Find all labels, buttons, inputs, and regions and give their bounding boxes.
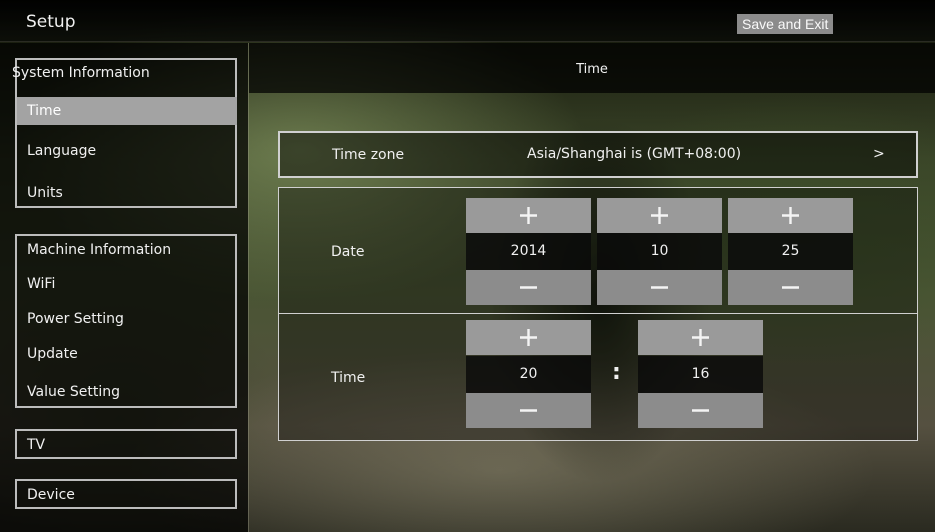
hour-value: 20 <box>466 356 591 393</box>
time-label: Time <box>331 370 366 386</box>
day-decrement-button[interactable] <box>728 270 853 305</box>
date-label: Date <box>331 244 365 260</box>
sidebar-item-power-setting[interactable]: Power Setting <box>27 311 124 327</box>
sidebar-item-language[interactable]: Language <box>27 143 96 159</box>
plus-icon <box>520 207 537 224</box>
minus-icon <box>520 286 537 289</box>
time-separator: : <box>612 360 621 385</box>
save-and-exit-button[interactable]: Save and Exit <box>737 14 834 34</box>
sidebar-item-tv[interactable]: TV <box>27 437 45 453</box>
content-header: Time <box>249 43 935 93</box>
minute-value: 16 <box>638 356 763 393</box>
sidebar-divider <box>248 43 249 532</box>
minute-decrement-button[interactable] <box>638 393 763 428</box>
month-decrement-button[interactable] <box>597 270 722 305</box>
sidebar-item-system-information[interactable]: System Information <box>12 65 150 81</box>
sidebar-item-update[interactable]: Update <box>27 346 78 362</box>
timezone-row[interactable]: Time zone Asia/Shanghai is (GMT+08:00) > <box>278 131 918 178</box>
year-increment-button[interactable] <box>466 198 591 233</box>
sidebar-item-machine-information[interactable]: Machine Information <box>27 242 171 258</box>
sidebar-item-time[interactable]: Time <box>17 97 237 125</box>
day-increment-button[interactable] <box>728 198 853 233</box>
minus-icon <box>520 409 537 412</box>
hour-increment-button[interactable] <box>466 320 591 355</box>
minus-icon <box>782 286 799 289</box>
datetime-divider <box>278 313 918 314</box>
day-value: 25 <box>728 233 853 270</box>
page-title: Time <box>576 62 608 77</box>
hour-decrement-button[interactable] <box>466 393 591 428</box>
minute-increment-button[interactable] <box>638 320 763 355</box>
timezone-label: Time zone <box>332 147 405 163</box>
sidebar-item-device[interactable]: Device <box>27 487 75 503</box>
plus-icon <box>782 207 799 224</box>
top-bar: Setup Save and Exit <box>0 0 935 42</box>
year-value: 2014 <box>466 233 591 270</box>
timezone-value: Asia/Shanghai is (GMT+08:00) <box>527 146 742 162</box>
sidebar-item-wifi[interactable]: WiFi <box>27 276 55 292</box>
sidebar-group-tv <box>15 429 237 459</box>
month-increment-button[interactable] <box>597 198 722 233</box>
sidebar-item-units[interactable]: Units <box>27 185 63 201</box>
minus-icon <box>692 409 709 412</box>
plus-icon <box>651 207 668 224</box>
chevron-right-icon: > <box>873 146 885 162</box>
app-title: Setup <box>26 12 76 32</box>
minus-icon <box>651 286 668 289</box>
year-decrement-button[interactable] <box>466 270 591 305</box>
plus-icon <box>692 329 709 346</box>
month-value: 10 <box>597 233 722 270</box>
sidebar-item-value-setting[interactable]: Value Setting <box>27 384 120 400</box>
plus-icon <box>520 329 537 346</box>
